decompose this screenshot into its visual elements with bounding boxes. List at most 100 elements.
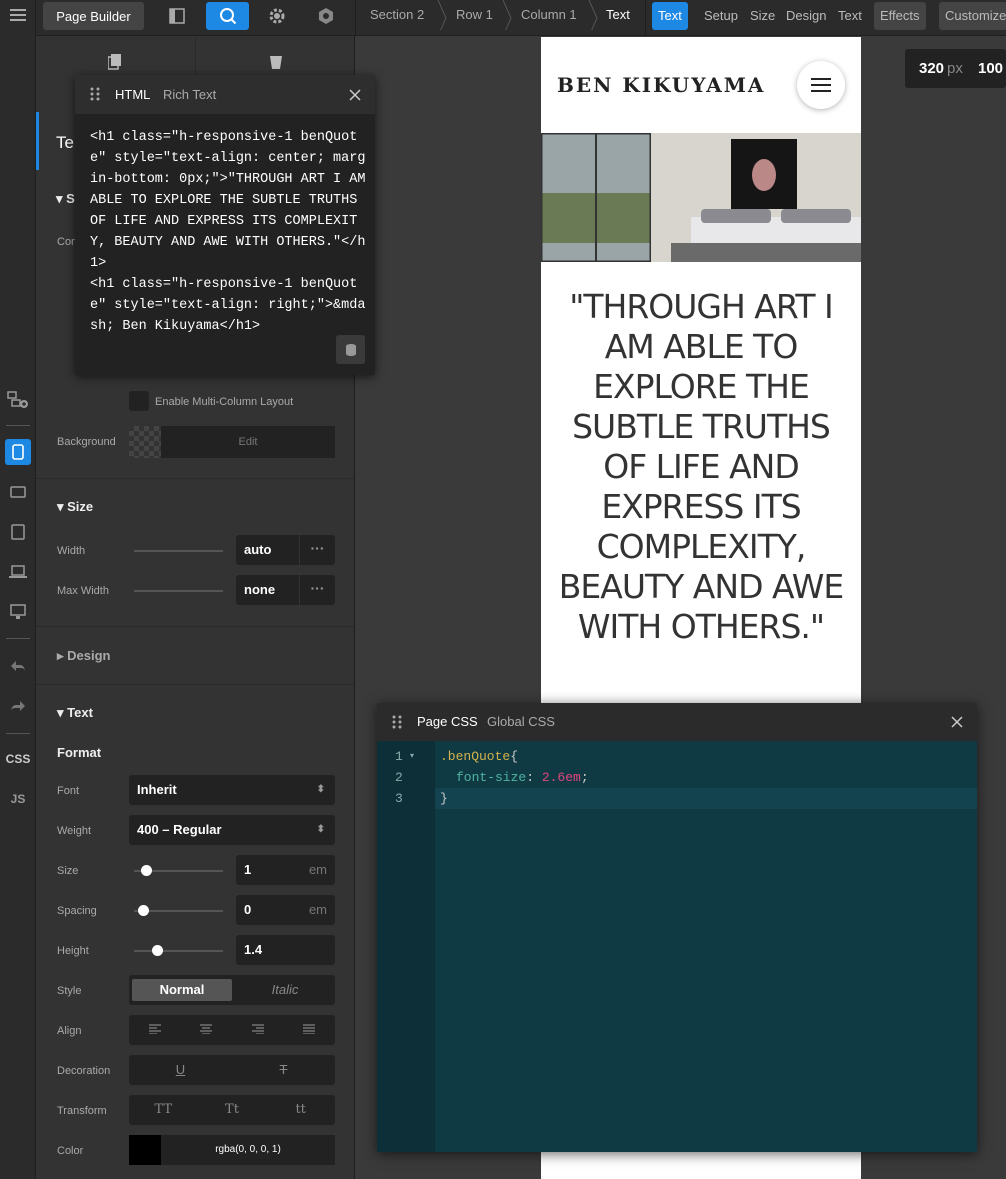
background-label: Background xyxy=(57,436,116,448)
align-toggle[interactable] xyxy=(129,1015,335,1045)
database-icon xyxy=(345,343,356,356)
size-slider-knob[interactable] xyxy=(141,865,152,876)
underline-icon[interactable]: U xyxy=(129,1059,232,1081)
search-icon[interactable] xyxy=(206,2,249,30)
transform-capitalize[interactable]: Tt xyxy=(198,1099,267,1121)
css-line-2[interactable]: font-size: 2.6em; xyxy=(456,770,589,785)
tab-global-css[interactable]: Global CSS xyxy=(487,714,555,729)
more-icon[interactable]: ··· xyxy=(299,575,335,605)
color-swatch[interactable] xyxy=(129,1135,161,1165)
html-code-editor[interactable]: <h1 class="h-responsive-1 benQuote" styl… xyxy=(90,127,370,337)
align-justify-icon[interactable] xyxy=(284,1019,336,1041)
updown-icon: ⬍ xyxy=(316,784,325,795)
viewport-size-indicator[interactable]: 320 px 100 xyxy=(905,49,1006,88)
tab-setup[interactable]: Setup xyxy=(698,2,744,30)
redo-icon[interactable] xyxy=(5,693,31,719)
maxwidth-field[interactable]: none ··· xyxy=(236,575,335,605)
desktop-icon[interactable] xyxy=(5,599,31,625)
tab-customize[interactable]: Customize xyxy=(939,2,1006,30)
strikethrough-icon[interactable]: T xyxy=(232,1059,335,1081)
background-edit-button[interactable]: Edit xyxy=(161,426,335,458)
tab-text[interactable]: Text xyxy=(832,2,868,30)
duplicate-button[interactable] xyxy=(36,36,196,76)
align-label: Align xyxy=(57,1025,82,1037)
tab-text-active[interactable]: Text xyxy=(652,2,688,30)
spacing-field[interactable]: 0 em xyxy=(236,895,335,925)
breadcrumb-row[interactable]: Row 1 xyxy=(456,0,493,30)
quote-heading[interactable]: "THROUGH ART I AM ABLE TO EXPLORE THE SU… xyxy=(557,287,845,647)
width-slider[interactable] xyxy=(134,550,223,552)
fold-icon[interactable]: ▾ xyxy=(410,751,414,760)
width-field[interactable]: auto ··· xyxy=(236,535,335,565)
tab-rich-text[interactable]: Rich Text xyxy=(163,87,216,102)
format-heading: Format xyxy=(57,745,102,760)
align-right-icon[interactable] xyxy=(232,1019,284,1041)
breadcrumb-column[interactable]: Column 1 xyxy=(521,0,577,30)
undo-icon[interactable] xyxy=(5,653,31,679)
mobile-view-icon[interactable] xyxy=(5,439,31,465)
color-value[interactable]: rgba(0, 0, 0, 1) xyxy=(161,1135,335,1165)
spacing-slider-knob[interactable] xyxy=(138,905,149,916)
multicolumn-checkbox[interactable] xyxy=(129,391,149,411)
spacing-unit: em xyxy=(308,902,327,917)
close-icon[interactable] xyxy=(951,716,963,728)
height-slider[interactable] xyxy=(134,945,223,956)
tab-effects[interactable]: Effects xyxy=(874,2,926,30)
align-center-icon[interactable] xyxy=(181,1019,233,1041)
gear-icon[interactable] xyxy=(257,2,297,30)
height-field[interactable]: 1.4 xyxy=(236,935,335,965)
tablet-landscape-icon[interactable] xyxy=(5,479,31,505)
css-editor-button[interactable]: CSS xyxy=(5,746,31,772)
maxwidth-slider[interactable] xyxy=(134,590,223,592)
css-line-3[interactable]: } xyxy=(440,791,448,806)
transform-label: Transform xyxy=(57,1105,107,1117)
plugin-icon[interactable] xyxy=(306,2,346,30)
js-editor-button[interactable]: JS xyxy=(5,786,31,812)
style-label: Style xyxy=(57,985,82,997)
css-line-1[interactable]: .benQuote{ xyxy=(440,749,518,764)
chevron-right-icon xyxy=(502,0,512,30)
left-toolbar: CSS JS xyxy=(0,0,36,1179)
font-select[interactable]: Inherit ⬍ xyxy=(129,775,335,805)
tablet-portrait-icon[interactable] xyxy=(5,519,31,545)
close-icon[interactable] xyxy=(349,89,361,101)
tab-size[interactable]: Size xyxy=(744,2,781,30)
delete-button[interactable] xyxy=(196,36,354,76)
background-swatch[interactable] xyxy=(129,426,161,458)
transform-uppercase[interactable]: TT xyxy=(129,1099,198,1121)
style-normal-button[interactable]: Normal xyxy=(132,979,232,1001)
tab-html[interactable]: HTML xyxy=(115,87,150,102)
drag-handle-icon[interactable] xyxy=(90,87,100,101)
database-button[interactable] xyxy=(336,335,365,364)
style-toggle[interactable]: Normal Italic xyxy=(129,975,335,1005)
more-icon[interactable]: ··· xyxy=(299,535,335,565)
chevron-right-icon xyxy=(437,0,447,30)
breadcrumb-text[interactable]: Text xyxy=(606,0,630,30)
hamburger-menu-button[interactable] xyxy=(797,61,845,109)
site-logo[interactable]: BEN KIKUYAMA xyxy=(557,73,765,97)
decoration-toggle[interactable]: U T xyxy=(129,1055,335,1085)
tab-design[interactable]: Design xyxy=(780,2,832,30)
style-italic-button[interactable]: Italic xyxy=(235,979,335,1001)
laptop-icon[interactable] xyxy=(5,559,31,585)
menu-icon[interactable] xyxy=(5,2,31,28)
align-left-icon[interactable] xyxy=(129,1019,181,1041)
drag-handle-icon[interactable] xyxy=(392,715,402,729)
transform-lowercase[interactable]: tt xyxy=(266,1099,335,1121)
spacing-slider[interactable] xyxy=(134,905,223,916)
height-slider-knob[interactable] xyxy=(152,945,163,956)
text-section-header[interactable]: ▾ Text xyxy=(57,705,93,721)
transform-toggle[interactable]: TT Tt tt xyxy=(129,1095,335,1125)
breadcrumb-section[interactable]: Section 2 xyxy=(370,0,424,30)
design-section-header[interactable]: ▸ Design xyxy=(57,648,110,664)
viewport-width: 320 xyxy=(919,60,945,77)
tab-page-css[interactable]: Page CSS xyxy=(417,714,478,729)
sidebar-toggle-icon[interactable] xyxy=(157,2,197,30)
size-section-header[interactable]: ▾ Size xyxy=(57,499,93,515)
line-gutter xyxy=(377,741,435,1152)
page-builder-button[interactable]: Page Builder xyxy=(43,2,144,30)
add-module-icon[interactable] xyxy=(5,386,31,412)
size-field[interactable]: 1 em xyxy=(236,855,335,885)
size-slider[interactable] xyxy=(134,865,223,876)
weight-select[interactable]: 400 – Regular ⬍ xyxy=(129,815,335,845)
